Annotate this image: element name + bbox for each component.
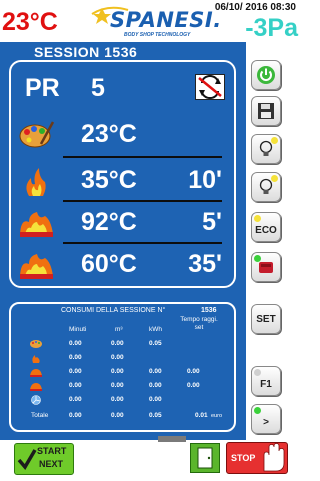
col-header-tempo: Tempo raggi. set — [180, 316, 218, 331]
row5-kwh: 0.00 — [149, 396, 162, 403]
flash-temperature: 35°C — [81, 166, 137, 194]
heater-flame-icon — [17, 250, 57, 282]
set-button[interactable]: SET — [251, 304, 281, 334]
stop-button[interactable]: STOP — [226, 442, 288, 474]
paint-palette-icon — [17, 118, 57, 150]
checkmark-icon — [17, 449, 37, 470]
program-label: PR — [25, 74, 60, 102]
paint-palette-icon — [30, 340, 42, 348]
set-label: SET — [256, 313, 276, 325]
stop-label: STOP — [231, 453, 256, 463]
total-label: Totale — [31, 412, 49, 419]
date-time: 06/10/ 2016 08:30 — [214, 2, 296, 13]
start-next-button[interactable]: START NEXT — [14, 443, 74, 475]
row1-kwh: 0.05 — [149, 340, 162, 347]
panel-row-paint: 23°C — [11, 114, 234, 158]
total-tempo: 0.01 — [195, 412, 208, 419]
consumption-panel: CONSUMI DELLA SESSIONE N° 1536 Minuti m³… — [9, 302, 236, 432]
heater-flame-icon — [30, 383, 42, 391]
col-header-kwh: kWh — [149, 326, 162, 333]
row3-m3: 0.00 — [111, 368, 124, 375]
total-kwh: 0.05 — [149, 412, 162, 419]
row5-minuti: 0.00 — [69, 396, 82, 403]
total-currency: euro — [211, 413, 223, 419]
burner-icon — [259, 262, 273, 273]
next-label: NEXT — [39, 459, 64, 469]
bake-temperature: 92°C — [81, 208, 137, 236]
header: 23°C SPANESI. BODY SHOP TECHNOLOGY 06/10… — [0, 0, 300, 42]
f1-button[interactable]: F1 — [251, 366, 281, 396]
heater-flame-icon — [30, 369, 42, 377]
heater-flame-icon — [17, 208, 57, 240]
cure-temperature: 60°C — [81, 250, 137, 278]
next-page-label: > — [263, 416, 269, 428]
row5-m3: 0.00 — [111, 396, 124, 403]
floppy-disk-icon — [258, 103, 274, 119]
status-strip — [158, 436, 186, 442]
program-panel: PR 5 23°C 35°C 10' 92°C 5' 60°C 35' — [9, 60, 236, 288]
light-2-button[interactable] — [251, 172, 281, 202]
flame-icon — [17, 166, 57, 198]
burner-button[interactable] — [251, 252, 281, 282]
fan-icon — [31, 395, 41, 405]
row-divider — [63, 200, 222, 202]
panel-row-bake: 92°C 5' — [11, 204, 234, 244]
row4-kwh: 0.00 — [149, 382, 162, 389]
row-divider — [63, 242, 222, 244]
save-button[interactable] — [251, 96, 281, 126]
panel-row-cure: 60°C 35' — [11, 246, 234, 286]
cycle-disabled-icon[interactable] — [195, 74, 225, 100]
cure-time: 35' — [188, 250, 222, 278]
program-number: 5 — [91, 74, 105, 102]
next-page-button[interactable]: > — [251, 404, 281, 434]
eco-label: ECO — [255, 224, 277, 236]
flash-time: 10' — [188, 166, 222, 194]
power-icon — [257, 66, 275, 84]
logo-text: SPANESI. — [110, 8, 222, 32]
row2-minuti: 0.00 — [69, 354, 82, 361]
logo-subtitle: BODY SHOP TECHNOLOGY — [124, 32, 191, 38]
session-title: SESSION 1536 — [34, 44, 138, 60]
pressure-readout: -3Pa — [245, 14, 298, 42]
flame-icon — [32, 355, 40, 363]
panel-row-flash: 35°C 10' — [11, 162, 234, 202]
paint-temperature: 23°C — [81, 120, 137, 148]
total-m3: 0.00 — [111, 412, 124, 419]
row2-m3: 0.00 — [111, 354, 124, 361]
row4-m3: 0.00 — [111, 382, 124, 389]
row3-tempo: 0.00 — [187, 368, 200, 375]
outside-temperature: 23°C — [2, 8, 58, 36]
row1-m3: 0.00 — [111, 340, 124, 347]
total-minuti: 0.00 — [69, 412, 82, 419]
col-header-minuti: Minuti — [69, 326, 87, 333]
f1-label: F1 — [260, 378, 272, 390]
door-button[interactable] — [190, 443, 220, 473]
bake-time: 5' — [202, 208, 222, 236]
row-divider — [63, 156, 222, 158]
consumption-title: CONSUMI DELLA SESSIONE N° — [61, 307, 166, 314]
row3-kwh: 0.00 — [149, 368, 162, 375]
row4-tempo: 0.00 — [187, 382, 200, 389]
start-label: START — [37, 446, 67, 456]
eco-button[interactable]: ECO — [251, 212, 281, 242]
light-bulb-icon — [259, 140, 273, 156]
door-icon — [197, 447, 213, 469]
spanesi-logo: SPANESI. BODY SHOP TECHNOLOGY — [88, 4, 221, 38]
light-bulb-icon — [259, 178, 273, 194]
col-header-m3: m³ — [115, 326, 123, 333]
row4-minuti: 0.00 — [69, 382, 82, 389]
light-1-button[interactable] — [251, 134, 281, 164]
row1-minuti: 0.00 — [69, 340, 82, 347]
consumption-session-number: 1536 — [201, 307, 217, 314]
power-button[interactable] — [251, 60, 281, 90]
stop-hand-icon — [263, 443, 285, 472]
row3-minuti: 0.00 — [69, 368, 82, 375]
